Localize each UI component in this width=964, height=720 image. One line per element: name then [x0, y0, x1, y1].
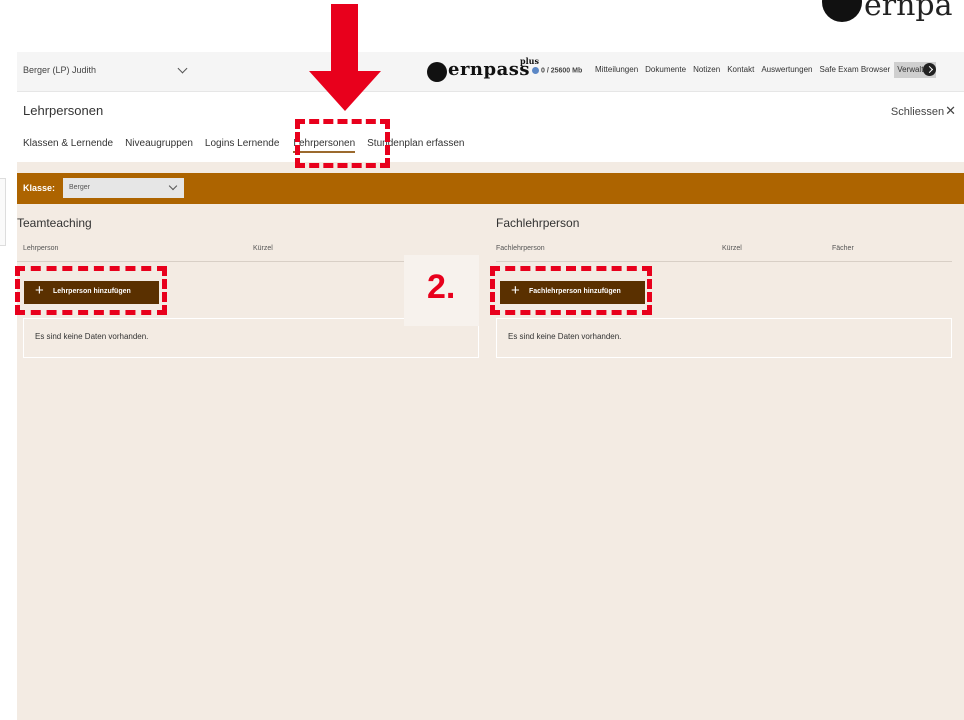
tab-bar: Klassen & Lernende Niveaugruppen Logins …	[23, 138, 476, 153]
side-panel-edge	[0, 178, 6, 246]
panel-header: Lehrpersonen Schliessen✕ Klassen & Lerne…	[17, 92, 964, 162]
top-bar: Berger (LP) Judith ernpass plus 0 / 2560…	[17, 52, 964, 92]
arrow-down-icon	[331, 4, 358, 71]
chevron-down-icon	[168, 181, 178, 191]
tab-highlight-box	[295, 119, 390, 168]
fachlehrperson-title: Fachlehrperson	[496, 216, 580, 230]
tab-niveaugruppen[interactable]: Niveaugruppen	[125, 138, 193, 153]
top-navigation: Mitteilungen Dokumente Notizen Kontakt A…	[592, 62, 937, 78]
nav-safe-exam-browser[interactable]: Safe Exam Browser	[816, 62, 894, 78]
class-filter-label: Klasse:	[23, 183, 56, 193]
teamteaching-title: Teamteaching	[17, 216, 92, 230]
close-button[interactable]: Schliessen✕	[891, 103, 956, 119]
storage-value: 0 / 25600 Mb	[541, 67, 583, 75]
nav-auswertungen[interactable]: Auswertungen	[758, 62, 816, 78]
close-label: Schliessen	[890, 106, 945, 118]
teamteaching-col-kuerzel: Kürzel	[253, 245, 273, 252]
brand-plus-label: plus	[520, 56, 539, 66]
logout-icon[interactable]	[923, 63, 936, 76]
add-lehrperson-highlight-box	[15, 266, 167, 315]
fachlehrperson-col-kuerzel: Kürzel	[722, 245, 742, 252]
nav-kontakt[interactable]: Kontakt	[724, 62, 758, 78]
fachlehrperson-col-fachlehrperson: Fachlehrperson	[496, 245, 545, 252]
tab-logins-lernende[interactable]: Logins Lernende	[205, 138, 280, 153]
page-title: Lehrpersonen	[23, 103, 104, 118]
chevron-down-icon	[177, 63, 188, 74]
step-number-label: 2.	[427, 268, 456, 306]
brand-circle-icon	[427, 62, 447, 82]
fachlehrperson-divider	[496, 261, 952, 262]
corner-brand-logo-icon	[822, 0, 862, 22]
user-select[interactable]: Berger (LP) Judith	[17, 52, 195, 88]
tab-klassen-lernende[interactable]: Klassen & Lernende	[23, 138, 113, 153]
add-fachlehrperson-highlight-box	[490, 266, 652, 315]
cloud-icon	[532, 67, 539, 74]
app-window: Berger (LP) Judith ernpass plus 0 / 2560…	[17, 52, 964, 720]
class-select[interactable]: Berger	[63, 178, 184, 198]
brand-name: ernpass	[448, 59, 531, 80]
storage-indicator: 0 / 25600 Mb	[532, 67, 582, 74]
nav-mitteilungen[interactable]: Mitteilungen	[592, 62, 642, 78]
close-icon: ✕	[945, 103, 956, 118]
class-select-value: Berger	[69, 184, 91, 191]
teamteaching-col-lehrperson: Lehrperson	[23, 245, 59, 252]
fachlehrperson-empty-message: Es sind keine Daten vorhanden.	[496, 318, 952, 358]
corner-brand-text: ernpa	[864, 0, 953, 23]
user-select-value: Berger (LP) Judith	[23, 65, 97, 75]
class-filter-bar: Klasse: Berger	[17, 173, 964, 204]
arrow-head-icon	[309, 71, 381, 111]
fachlehrperson-col-faecher: Fächer	[832, 245, 854, 252]
nav-dokumente[interactable]: Dokumente	[642, 62, 690, 78]
nav-notizen[interactable]: Notizen	[690, 62, 724, 78]
